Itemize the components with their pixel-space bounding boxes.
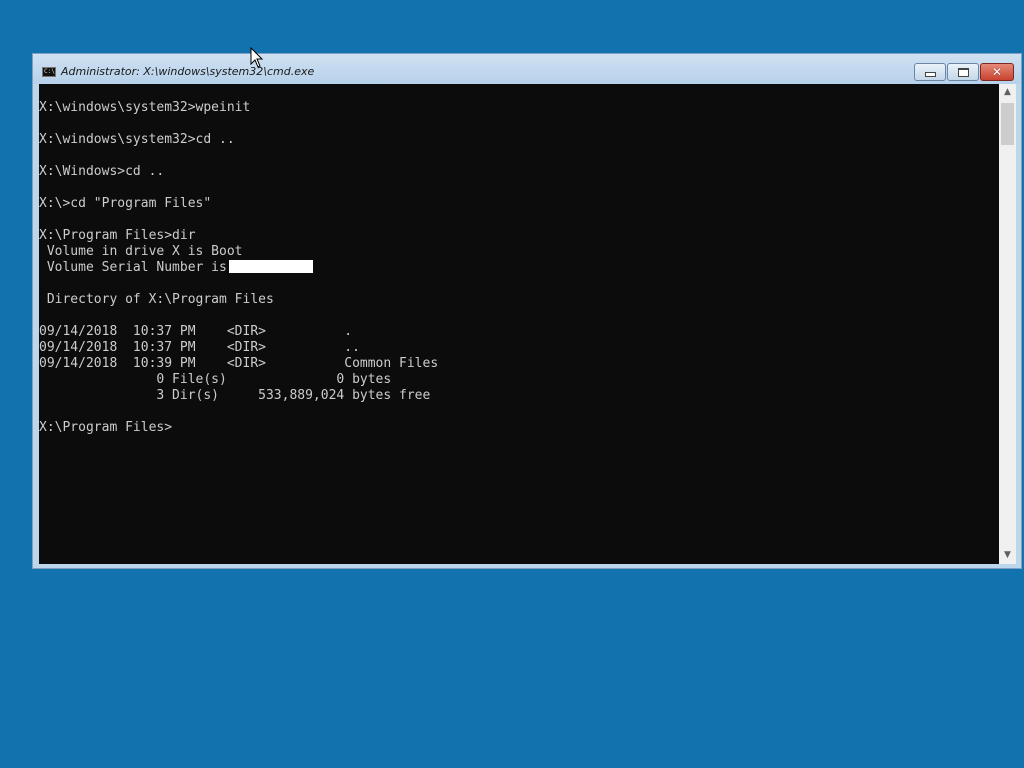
serial-label: Volume Serial Number is: [39, 260, 227, 275]
console-line: 09/14/2018 10:37 PM <DIR> .: [39, 324, 353, 339]
console-line: X:\>cd "Program Files": [39, 196, 212, 211]
console-line: 3 Dir(s) 533,889,024 bytes free: [39, 388, 431, 403]
scroll-thumb[interactable]: [1001, 103, 1014, 145]
console-line: 09/14/2018 10:37 PM <DIR> ..: [39, 340, 360, 355]
console-prompt[interactable]: X:\Program Files>: [39, 420, 999, 436]
maximize-icon: [957, 67, 969, 77]
console-line: 0 File(s) 0 bytes: [39, 372, 392, 387]
console-line: X:\windows\system32>wpeinit: [39, 100, 251, 115]
window-titlebar[interactable]: C:\ Administrator: X:\windows\system32\c…: [33, 54, 1021, 84]
console-line: 09/14/2018 10:39 PM <DIR> Common Files: [39, 356, 439, 371]
window-title: Administrator: X:\windows\system32\cmd.e…: [61, 65, 315, 78]
console-line-serial: Volume Serial Number is: [39, 260, 999, 276]
maximize-button[interactable]: [947, 63, 979, 81]
cmd-window[interactable]: C:\ Administrator: X:\windows\system32\c…: [32, 53, 1022, 569]
close-icon: ✕: [991, 65, 1003, 79]
vertical-scrollbar[interactable]: ▲ ▼: [999, 84, 1016, 564]
console-line: X:\Program Files>dir: [39, 228, 196, 243]
console-output[interactable]: X:\windows\system32>wpeinit X:\windows\sy…: [39, 84, 999, 564]
mouse-pointer-icon: [250, 47, 264, 68]
scroll-down-icon[interactable]: ▼: [999, 547, 1016, 564]
console-text: X:\windows\system32>wpeinit X:\windows\sy…: [39, 84, 999, 436]
redacted-serial-number: [228, 260, 313, 273]
cmd-icon[interactable]: C:\: [42, 67, 56, 77]
minimize-icon: [924, 72, 936, 77]
minimize-button[interactable]: [914, 63, 946, 81]
scroll-up-icon[interactable]: ▲: [999, 84, 1016, 101]
console-line: Volume in drive X is Boot: [39, 244, 243, 259]
console-line: X:\Windows>cd ..: [39, 164, 165, 179]
console-line: Directory of X:\Program Files: [39, 292, 274, 307]
desktop: C:\ Administrator: X:\windows\system32\c…: [0, 0, 1024, 768]
console-line: X:\windows\system32>cd ..: [39, 132, 235, 147]
close-button[interactable]: ✕: [980, 63, 1014, 81]
